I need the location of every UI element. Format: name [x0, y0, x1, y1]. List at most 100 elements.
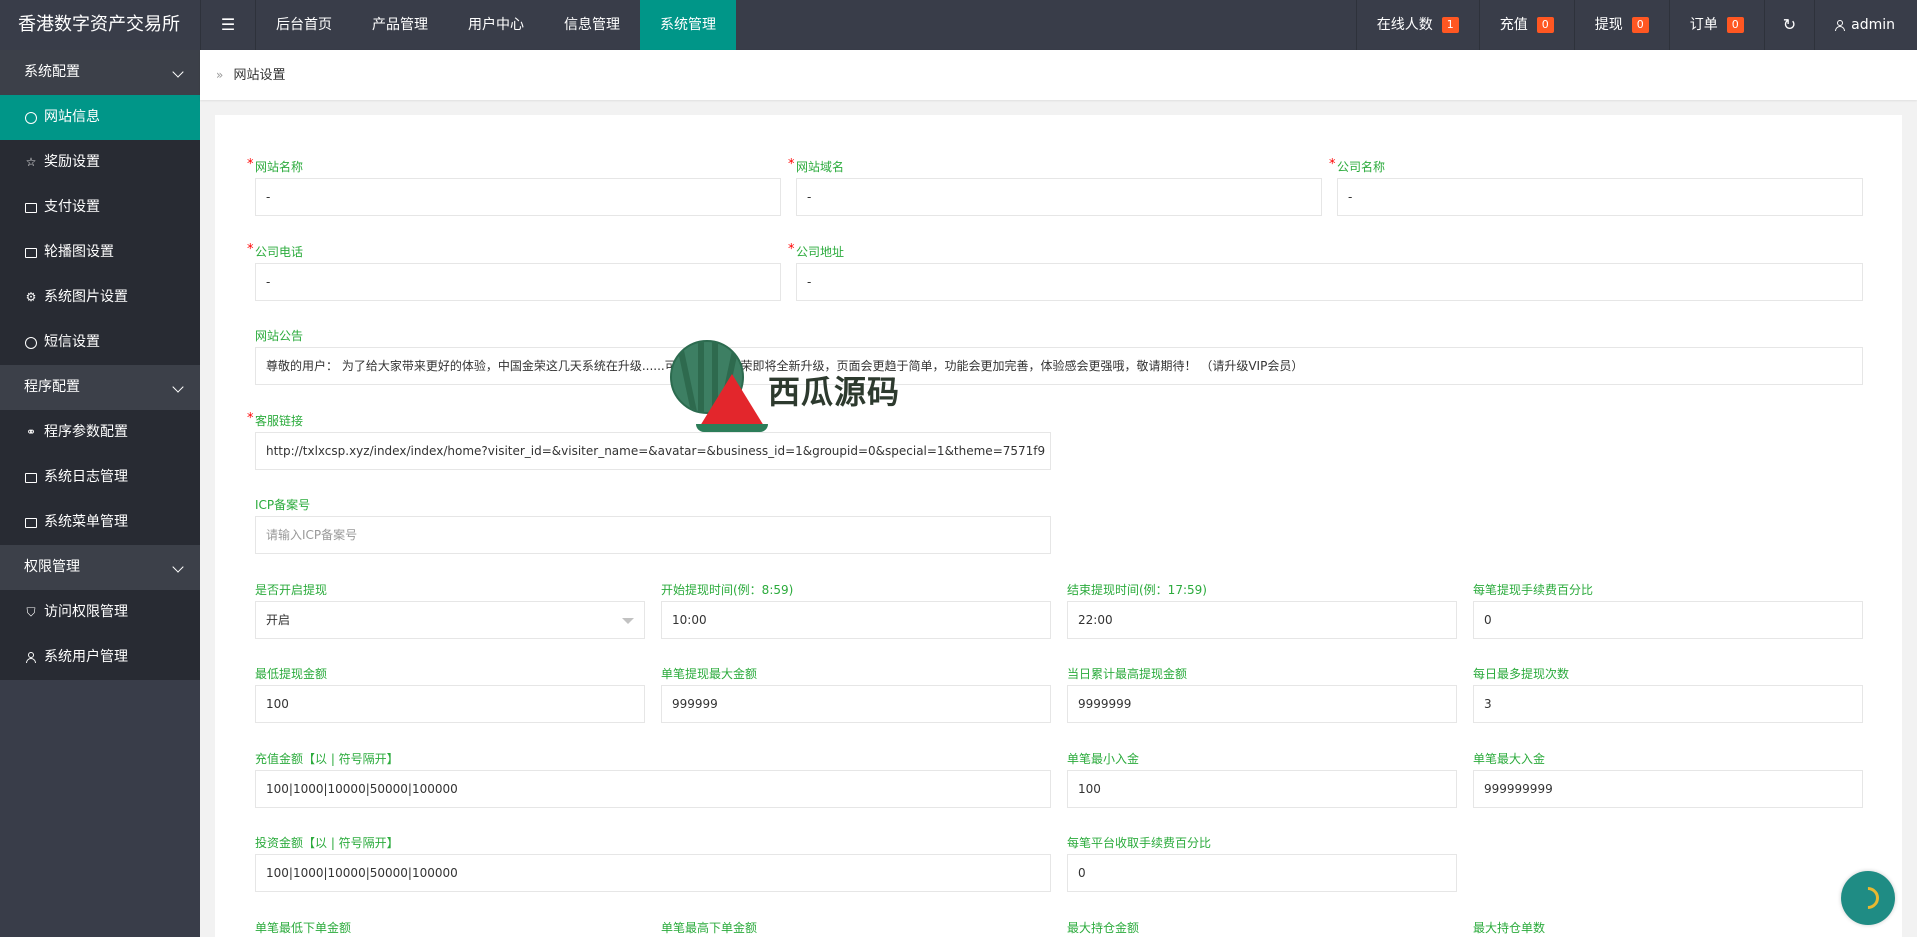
star-icon: ☆ — [25, 155, 37, 169]
sidebar-item-rewards[interactable]: ☆ 奖励设置 — [0, 140, 200, 185]
min-deposit-label: 单笔最小入金 — [1067, 752, 1140, 766]
withdraw-start-field: 开始提现时间(例：8:59) 10:00 — [661, 582, 1051, 639]
max-order-field: 单笔最高下单金额 — [661, 920, 1051, 937]
required-mark: * — [247, 157, 254, 172]
online-label: 在线人数 — [1376, 17, 1433, 33]
nav-products[interactable]: 产品管理 — [352, 0, 448, 50]
recharge-amounts-input[interactable]: 100|1000|10000|50000|100000 — [255, 770, 1051, 808]
max-withdraw-label: 单笔提现最大金额 — [661, 667, 758, 681]
max-deposit-label: 单笔最大入金 — [1473, 752, 1546, 766]
message-icon — [24, 336, 38, 350]
max-deposit-input[interactable]: 999999999 — [1473, 770, 1863, 808]
daily-times-field: 每日最多提现次数 3 — [1473, 666, 1863, 723]
refresh-icon[interactable]: ↻ — [1763, 0, 1814, 50]
min-deposit-field: 单笔最小入金 100 — [1067, 751, 1457, 808]
max-hold-count-label: 最大持仓单数 — [1473, 921, 1546, 935]
service-link-field: * 客服链接 http://txlxcsp.xyz/index/index/hom… — [247, 411, 1051, 470]
sidebar-item-label: 轮播图设置 — [44, 244, 114, 260]
required-mark: * — [788, 242, 795, 257]
withdraw-link[interactable]: 提现 0 — [1573, 0, 1669, 50]
sidebar-item-program-params[interactable]: ⚭ 程序参数配置 — [0, 410, 200, 455]
min-order-field: 单笔最低下单金额 — [255, 920, 645, 937]
user-icon — [24, 651, 38, 665]
user-menu[interactable]: admin — [1814, 0, 1917, 50]
site-domain-field: * 网站域名 - — [788, 157, 1322, 216]
sidebar-item-access-permissions[interactable]: ⛉ 访问权限管理 — [0, 590, 200, 635]
link-icon: ⚭ — [25, 425, 37, 439]
dashboard-icon — [24, 111, 38, 125]
sidebar-item-system-images[interactable]: ⚙ 系统图片设置 — [0, 275, 200, 320]
sidebar-item-system-logs[interactable]: 系统日志管理 — [0, 455, 200, 500]
site-domain-label: 网站域名 — [796, 160, 845, 174]
watermark-logo: 西瓜源码 — [670, 340, 930, 432]
min-deposit-input[interactable]: 100 — [1067, 770, 1457, 808]
settings-form-card: * 网站名称 - * 网站域名 - * 公司名称 - * 公司电话 - * 公司地址 - … — [215, 115, 1902, 937]
site-domain-input[interactable]: - — [796, 178, 1322, 216]
sidebar-group-permissions[interactable]: 权限管理 — [0, 545, 200, 590]
platform-fee-input[interactable]: 0 — [1067, 854, 1457, 892]
sidebar-item-sms[interactable]: 短信设置 — [0, 320, 200, 365]
invest-amounts-label: 投资金额【以 | 符号隔开】 — [255, 836, 399, 850]
sidebar-item-carousel[interactable]: 轮播图设置 — [0, 230, 200, 275]
invest-amounts-input[interactable]: 100|1000|10000|50000|100000 — [255, 854, 1051, 892]
required-mark: * — [247, 411, 254, 426]
daily-times-input[interactable]: 3 — [1473, 685, 1863, 723]
sidebar-group-program-config[interactable]: 程序配置 — [0, 365, 200, 410]
sidebar-item-label: 系统图片设置 — [44, 289, 128, 305]
sidebar-item-payment[interactable]: 支付设置 — [0, 185, 200, 230]
max-withdraw-field: 单笔提现最大金额 999999 — [661, 666, 1051, 723]
sidebar-item-label: 系统用户管理 — [44, 649, 128, 665]
sidebar-item-system-menus[interactable]: 系统菜单管理 — [0, 500, 200, 545]
sidebar-submenu: ⛉ 访问权限管理 系统用户管理 — [0, 590, 200, 680]
nav-users[interactable]: 用户中心 — [448, 0, 544, 50]
sidebar-item-label: 支付设置 — [44, 199, 100, 215]
site-notice-input[interactable]: 尊敬的用户： 为了给大家带来更好的体验，中国金荣这几天系统在升级......可 … — [255, 347, 1863, 385]
withdraw-fee-input[interactable]: 0 — [1473, 601, 1863, 639]
sidebar-item-label: 短信设置 — [44, 334, 100, 350]
username: admin — [1851, 17, 1895, 33]
icp-field: ICP备案号 请输入ICP备案号 — [255, 497, 1051, 554]
app-logo[interactable]: 香港数字资产交易所 — [0, 0, 200, 50]
withdraw-fee-field: 每笔提现手续费百分比 0 — [1473, 582, 1863, 639]
sidebar-group-label: 程序配置 — [24, 379, 80, 395]
withdraw-end-input[interactable]: 22:00 — [1067, 601, 1457, 639]
max-withdraw-input[interactable]: 999999 — [661, 685, 1051, 723]
company-name-label: 公司名称 — [1337, 160, 1386, 174]
company-address-input[interactable]: - — [796, 263, 1863, 301]
withdraw-enable-select[interactable]: 开启 — [255, 601, 645, 639]
min-withdraw-field: 最低提现金额 100 — [255, 666, 645, 723]
service-link-input[interactable]: http://txlxcsp.xyz/index/index/home?visi… — [255, 432, 1051, 470]
min-withdraw-input[interactable]: 100 — [255, 685, 645, 723]
customer-service-chat-button[interactable] — [1841, 871, 1895, 925]
sidebar-group-system-config[interactable]: 系统配置 — [0, 50, 200, 95]
service-link-label: 客服链接 — [255, 414, 304, 428]
daily-max-input[interactable]: 9999999 — [1067, 685, 1457, 723]
invest-amounts-field: 投资金额【以 | 符号隔开】 100|1000|10000|50000|1000… — [255, 835, 1051, 892]
company-name-input[interactable]: - — [1337, 178, 1863, 216]
breadcrumb-current[interactable]: 网站设置 — [233, 68, 285, 83]
online-badge: 1 — [1441, 17, 1459, 33]
shield-icon: ⛉ — [26, 605, 36, 619]
icp-input[interactable]: 请输入ICP备案号 — [255, 516, 1051, 554]
site-name-input[interactable]: - — [255, 178, 781, 216]
withdraw-enable-label: 是否开启提现 — [255, 583, 328, 597]
withdraw-start-input[interactable]: 10:00 — [661, 601, 1051, 639]
withdraw-start-label: 开始提现时间(例：8:59) — [661, 583, 794, 597]
company-phone-label: 公司电话 — [255, 245, 304, 259]
max-hold-amount-field: 最大持仓金额 — [1067, 920, 1457, 937]
nav-home[interactable]: 后台首页 — [256, 0, 352, 50]
nav-system[interactable]: 系统管理 — [640, 0, 736, 50]
nav-info[interactable]: 信息管理 — [544, 0, 640, 50]
money-icon — [24, 201, 38, 215]
watermark-text: 西瓜源码 — [768, 373, 901, 411]
menu-toggle-icon[interactable]: ☰ — [200, 0, 256, 50]
recharge-link[interactable]: 充值 0 — [1478, 0, 1574, 50]
orders-link[interactable]: 订单 0 — [1668, 0, 1764, 50]
sidebar-item-system-users[interactable]: 系统用户管理 — [0, 635, 200, 680]
sidebar-item-label: 奖励设置 — [44, 154, 100, 170]
sidebar-item-site-info[interactable]: 网站信息 — [0, 95, 200, 140]
user-icon — [1835, 19, 1846, 31]
sidebar-item-label: 程序参数配置 — [44, 424, 128, 440]
online-users[interactable]: 在线人数 1 — [1355, 0, 1479, 50]
company-phone-input[interactable]: - — [255, 263, 781, 301]
